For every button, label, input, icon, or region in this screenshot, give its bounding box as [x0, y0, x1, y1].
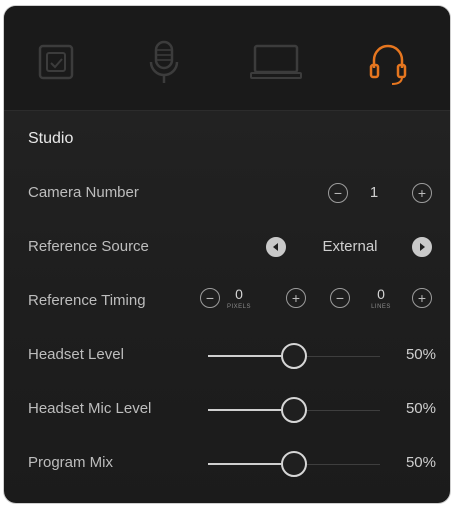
pixels-decrement-button[interactable]: − — [200, 288, 220, 308]
settings-tab-bar — [4, 6, 450, 111]
headset-icon — [369, 44, 407, 85]
triangle-right-icon — [420, 243, 425, 251]
headset-level-label: Headset Level — [28, 346, 124, 363]
headset-mic-level-row: Headset Mic Level 50% — [4, 390, 450, 430]
pixels-value: 0 — [235, 286, 243, 302]
camera-number-label: Camera Number — [28, 184, 139, 201]
slider-fill — [208, 409, 281, 411]
camera-settings-icon — [38, 44, 74, 80]
tab-camera-settings[interactable] — [26, 32, 86, 92]
slider-track — [307, 356, 380, 357]
lines-unit: LINES — [371, 304, 391, 310]
studio-settings-panel: Studio Camera Number − 1 + Reference Sou… — [4, 6, 450, 503]
monitor-icon — [250, 44, 302, 79]
pixels-increment-button[interactable]: + — [286, 288, 306, 308]
slider-track — [307, 410, 380, 411]
camera-number-value: 1 — [369, 184, 379, 201]
lines-value: 0 — [377, 286, 385, 302]
program-mix-label: Program Mix — [28, 454, 114, 471]
tab-audio[interactable] — [134, 32, 194, 92]
reference-timing-row: Reference Timing − 0 PIXELS + − 0 LINES … — [4, 282, 450, 322]
headset-mic-level-value: 50% — [405, 400, 436, 417]
lines-decrement-button[interactable]: − — [330, 288, 350, 308]
reference-source-row: Reference Source External — [4, 228, 450, 268]
slider-knob[interactable] — [281, 343, 307, 369]
pixels-unit: PIXELS — [226, 304, 251, 310]
section-title: Studio — [28, 130, 74, 147]
reference-source-next-button[interactable] — [412, 237, 432, 257]
reference-source-value: External — [322, 238, 378, 255]
reference-source-previous-button[interactable] — [266, 237, 286, 257]
slider-knob[interactable] — [281, 451, 307, 477]
microphone-icon — [149, 40, 179, 83]
slider-fill — [208, 463, 281, 465]
camera-number-row: Camera Number − 1 + — [4, 174, 450, 214]
tab-display[interactable] — [246, 32, 306, 92]
camera-number-increment-button[interactable]: + — [412, 183, 432, 203]
slider-fill — [208, 355, 281, 357]
camera-number-decrement-button[interactable]: − — [328, 183, 348, 203]
headset-level-value: 50% — [405, 346, 436, 363]
lines-increment-button[interactable]: + — [412, 288, 432, 308]
tab-studio[interactable] — [358, 32, 418, 92]
headset-mic-level-label: Headset Mic Level — [28, 400, 152, 417]
slider-knob[interactable] — [281, 397, 307, 423]
reference-source-label: Reference Source — [28, 238, 149, 255]
reference-timing-label: Reference Timing — [28, 292, 146, 309]
slider-track — [307, 464, 380, 465]
program-mix-row: Program Mix 50% — [4, 444, 450, 484]
triangle-left-icon — [273, 243, 278, 251]
headset-level-row: Headset Level 50% — [4, 336, 450, 376]
program-mix-value: 50% — [405, 454, 436, 471]
